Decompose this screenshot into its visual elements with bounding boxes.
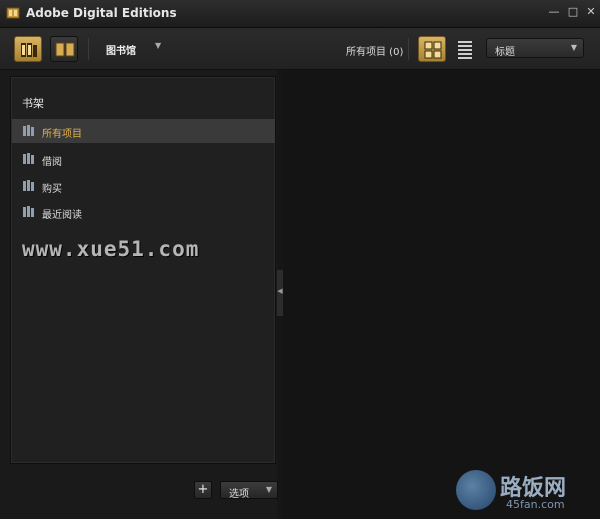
grid-view-button[interactable] — [418, 36, 446, 62]
toolbar-separator — [408, 38, 409, 60]
bookshelf-icon — [23, 153, 34, 164]
watermark-logo-icon — [456, 470, 496, 510]
chevron-down-icon: ▼ — [570, 43, 577, 52]
watermark-site-domain: 45fan.com — [506, 498, 565, 511]
bookshelf-icon — [23, 180, 34, 191]
shelf-item-recently-read[interactable]: 最近阅读 — [12, 200, 275, 224]
toolbar: 图书馆 ▼ 所有项目 (0) 标题 ▼ — [0, 28, 600, 70]
library-content-area — [283, 70, 600, 519]
shelf-item-all[interactable]: 所有项目 — [12, 119, 275, 143]
title-bar: Adobe Digital Editions — □ ✕ — [0, 0, 600, 28]
options-dropdown[interactable]: 选项 ▼ — [220, 481, 278, 500]
library-dropdown-label[interactable]: 图书馆 — [106, 42, 136, 57]
chevron-down-icon: ▼ — [265, 485, 272, 494]
watermark-text: www.xue51.com — [22, 237, 200, 261]
toolbar-separator — [88, 38, 89, 60]
shelf-item-label: 借阅 — [42, 157, 62, 168]
maximize-button[interactable]: □ — [566, 5, 580, 19]
app-book-icon — [6, 7, 20, 19]
close-button[interactable]: ✕ — [584, 5, 598, 19]
chevron-down-icon[interactable]: ▼ — [155, 41, 161, 50]
window-title: Adobe Digital Editions — [26, 6, 177, 20]
options-label: 选项 — [229, 489, 249, 500]
sort-dropdown[interactable]: 标题 ▼ — [486, 38, 584, 58]
add-shelf-button[interactable]: + — [194, 481, 212, 499]
list-icon — [458, 41, 472, 59]
library-view-button[interactable] — [14, 36, 42, 62]
minimize-button[interactable]: — — [547, 5, 561, 19]
shelf-item-borrowed[interactable]: 借阅 — [12, 147, 275, 171]
bookshelf-panel: 书架 所有项目 借阅 购买 最近阅读 — [10, 76, 276, 464]
shelf-item-label: 最近阅读 — [42, 210, 82, 221]
sort-selected-value: 标题 — [495, 47, 515, 58]
bookshelf-icon — [23, 206, 34, 217]
grid-icon — [424, 41, 442, 59]
list-view-button[interactable] — [452, 36, 478, 62]
bookshelf-icon — [23, 125, 34, 136]
bookshelf-title: 书架 — [22, 97, 44, 110]
open-book-icon — [55, 42, 75, 57]
shelf-item-purchased[interactable]: 购买 — [12, 174, 275, 198]
item-count-label: 所有项目 (0) — [346, 47, 404, 58]
shelf-item-label: 所有项目 — [42, 129, 82, 140]
shelf-item-label: 购买 — [42, 184, 62, 195]
reading-view-button[interactable] — [50, 36, 78, 62]
library-shelf-icon — [21, 43, 37, 57]
